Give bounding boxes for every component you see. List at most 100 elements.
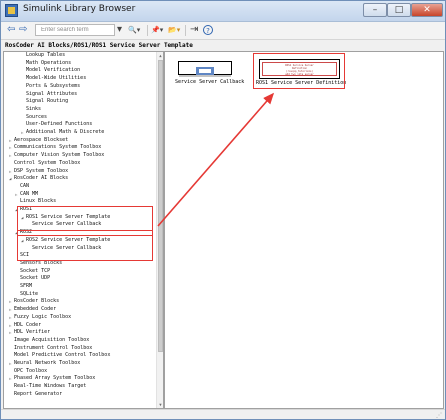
tree-item[interactable]: Report Generator — [14, 391, 62, 398]
scroll-up-arrow-icon[interactable]: ▲ — [157, 52, 163, 59]
library-browser-window: Simulink Library Browser – □ ✕ ⇦ ⇨ ▾ 🔍▾ … — [0, 0, 446, 420]
tree-item[interactable]: ◢ RosCoder AI Blocks — [9, 175, 69, 182]
expand-toggle-icon[interactable]: ▷ — [9, 298, 11, 305]
minimize-button[interactable]: – — [363, 3, 387, 17]
tree-item[interactable]: Sinks — [26, 106, 41, 113]
expand-toggle-icon[interactable]: ▷ — [9, 306, 11, 313]
maximize-button[interactable]: □ — [387, 3, 411, 17]
tree-item[interactable]: ▷ Fuzzy Logic Toolbox — [9, 313, 72, 321]
tree-item[interactable]: Lookup Tables — [26, 52, 65, 59]
tree-item-label: Real-Time Windows Target — [14, 383, 87, 390]
service-server-callback-block[interactable] — [178, 61, 232, 77]
tree-item-label: SQLite — [20, 290, 39, 297]
tree-item[interactable]: Signal Routing — [26, 98, 68, 105]
tree-item[interactable]: ▷ Phased Array System Toolbox — [9, 375, 96, 382]
callback-block-label: Service Server Callback — [175, 79, 245, 85]
tree-item[interactable]: ▷ CAN MM — [15, 190, 39, 198]
resize-grip-icon[interactable]: ⋰ — [436, 412, 442, 419]
expand-toggle-icon[interactable]: ▷ — [9, 329, 11, 336]
breadcrumb: RosCoder AI Blocks/ROS1/ROS1 Service Ser… — [1, 40, 445, 51]
close-button[interactable]: ✕ — [411, 3, 443, 17]
tree-item-label: Instrument Control Toolbox — [14, 344, 93, 351]
tree-item-label: Model-Wide Utilities — [26, 75, 87, 82]
expand-toggle-icon[interactable]: ▷ — [9, 137, 11, 144]
callback-block-graphic — [179, 67, 231, 77]
help-icon[interactable]: ? — [203, 25, 213, 35]
expand-toggle-icon[interactable]: ▷ — [9, 144, 11, 151]
tree-item-label: RosCoder AI Blocks — [14, 175, 69, 182]
tree-item-label: Report Generator — [14, 390, 63, 397]
search-input[interactable] — [35, 24, 115, 36]
expand-toggle-icon[interactable]: ▷ — [9, 375, 11, 382]
expand-toggle-icon[interactable]: ▷ — [9, 168, 11, 175]
tree-item[interactable]: ▷ RosCoder Blocks — [9, 298, 59, 305]
tree-item[interactable]: ▷ Aerospace Blockset — [9, 136, 69, 144]
tree-item[interactable]: Real-Time Windows Target — [14, 383, 86, 390]
tree-item[interactable]: Socket UDP — [20, 275, 50, 282]
expand-toggle-icon[interactable]: ▷ — [15, 191, 17, 198]
tree-item-label: Model Verification — [26, 67, 81, 74]
expand-toggle-icon[interactable]: ▷ — [9, 360, 11, 367]
tree-item[interactable]: Sources — [26, 114, 47, 121]
status-bar: ⋰ — [1, 409, 445, 419]
tree-item[interactable]: ▷ Computer Vision System Toolbox — [9, 152, 104, 159]
highlight-definition-box — [253, 53, 345, 89]
window-title: Simulink Library Browser — [23, 4, 136, 14]
folder-icon[interactable]: 📂▾ — [168, 24, 180, 36]
tree-item-label: Fuzzy Logic Toolbox — [14, 313, 72, 320]
tree-item-label: CAN MM — [20, 190, 39, 197]
tree-item-label: Image Acquisition Toolbox — [14, 336, 90, 343]
tree-item[interactable]: ▷ Neural Network Toolbox — [9, 360, 80, 367]
tree-item[interactable]: ▷ HDL Coder — [9, 321, 42, 329]
tree-item[interactable]: Instrument Control Toolbox — [14, 345, 92, 352]
tree-item[interactable]: SQLite — [20, 291, 38, 298]
tree-item[interactable]: Signal Attributes — [26, 91, 77, 98]
tree-item-label: OPC Toolbox — [14, 367, 48, 374]
tree-item[interactable]: Model Predictive Control Toolbox — [14, 352, 110, 359]
tree-item-label: Socket TCP — [20, 267, 51, 274]
expand-toggle-icon[interactable]: ▷ — [9, 322, 11, 329]
tree-item[interactable]: ▷ Communications System Toolbox — [9, 144, 101, 151]
tree-item[interactable]: CAN — [20, 183, 29, 190]
title-bar[interactable]: Simulink Library Browser – □ ✕ — [1, 1, 445, 22]
tree-item-label: DSP System Toolbox — [14, 167, 69, 174]
tree-item[interactable]: Math Operations — [26, 60, 71, 67]
expand-toggle-icon[interactable]: ◢ — [9, 175, 11, 182]
tree-item[interactable]: Control System Toolbox — [14, 160, 80, 167]
tree-item[interactable]: ▷ Embedded Coder — [9, 306, 56, 313]
expand-toggle-icon[interactable]: ▷ — [9, 152, 11, 159]
tree-item[interactable]: Ports & Subsystems — [26, 83, 80, 90]
tree-item[interactable]: Linux Blocks — [20, 198, 56, 205]
back-arrow-icon[interactable]: ⇦ — [7, 24, 15, 36]
tree-item-label: Aerospace Blockset — [14, 136, 69, 143]
tree-item[interactable]: User-Defined Functions — [26, 121, 92, 128]
lock-docking-icon[interactable]: ⇥ — [190, 24, 198, 36]
tree-item-label: Lookup Tables — [26, 52, 66, 58]
forward-arrow-icon[interactable]: ⇨ — [19, 24, 27, 36]
tree-item-label: HDL Coder — [14, 321, 42, 328]
expand-toggle-icon[interactable]: ▷ — [21, 129, 23, 136]
tree-item[interactable]: ▷ Additional Math & Discrete — [21, 129, 105, 136]
pin-icon[interactable]: 📌▾ — [151, 24, 163, 36]
tree-item-label: Additional Math & Discrete — [26, 129, 105, 135]
tree-item[interactable]: Socket TCP — [20, 268, 50, 275]
tree-vertical-scrollbar[interactable]: ▲ ▼ — [156, 52, 163, 408]
search-options-icon[interactable]: 🔍▾ — [128, 24, 140, 36]
tree-item[interactable]: Image Acquisition Toolbox — [14, 337, 89, 344]
scrollbar-thumb[interactable] — [158, 60, 163, 352]
tree-item-label: Phased Array System Toolbox — [14, 375, 96, 382]
tree-item-label: Model Predictive Control Toolbox — [14, 352, 111, 359]
tree-item[interactable]: Model-Wide Utilities — [26, 75, 86, 82]
expand-toggle-icon[interactable]: ▷ — [9, 314, 11, 321]
scroll-down-arrow-icon[interactable]: ▼ — [157, 401, 163, 408]
tree-item[interactable]: SFRM — [20, 283, 32, 290]
tree-item[interactable]: OPC Toolbox — [14, 368, 47, 375]
tree-item-label: User-Defined Functions — [26, 121, 93, 128]
tree-item[interactable]: Model Verification — [26, 67, 80, 74]
tree-item-label: SFRM — [20, 283, 33, 289]
tree-item-label: CAN — [20, 182, 30, 189]
tree-item[interactable]: ▷ HDL Verifier — [9, 329, 50, 336]
tree-item-label: Control System Toolbox — [14, 159, 81, 166]
tree-item[interactable]: ▷ DSP System Toolbox — [9, 167, 69, 175]
search-history-dropdown-icon[interactable]: ▾ — [117, 24, 122, 36]
